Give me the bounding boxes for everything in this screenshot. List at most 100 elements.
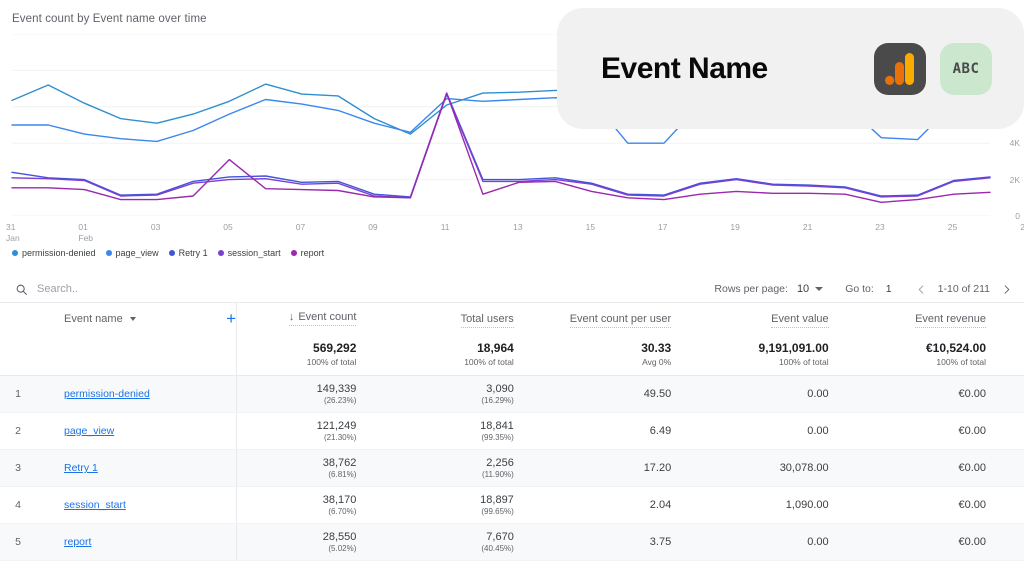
totals-value: 9,191,091.00 bbox=[709, 341, 828, 356]
metric-header-label: Event count bbox=[298, 311, 356, 323]
x-axis-tick: 23 bbox=[875, 222, 884, 233]
legend-item[interactable]: session_start bbox=[218, 248, 281, 258]
cell-value: 6.49 bbox=[552, 425, 671, 437]
x-axis-tick: 15 bbox=[586, 222, 595, 233]
previous-page-button[interactable] bbox=[914, 281, 930, 297]
cell-value: 38,762 bbox=[323, 457, 357, 469]
row-event-value-cell: 30,078.00 bbox=[709, 462, 866, 474]
cell-percent: (11.90%) bbox=[394, 469, 513, 480]
legend-color-dot bbox=[218, 250, 224, 256]
row-event-count-cell: 149,339 (26.23%) bbox=[236, 376, 394, 412]
metric-header-event-value[interactable]: Event value bbox=[709, 309, 866, 328]
google-analytics-icon bbox=[874, 43, 926, 95]
chart-title: Event count by Event name over time bbox=[12, 13, 207, 25]
ga-bars-glyph bbox=[885, 53, 915, 85]
table-row[interactable]: 4 session_start 38,170 (6.70%) 18,897 (9… bbox=[0, 487, 1024, 524]
analytics-report-page: Event count by Event name over time 10K8… bbox=[0, 0, 1024, 576]
metric-header-label: Event count per user bbox=[570, 313, 672, 328]
totals-cell: 9,191,091.00 100% of total bbox=[709, 341, 866, 368]
row-event-count-cell: 38,762 (6.81%) bbox=[236, 450, 394, 486]
row-event-count-per-user-cell: 3.75 bbox=[552, 536, 709, 548]
metric-header-event-count-per-user[interactable]: Event count per user bbox=[552, 309, 709, 328]
table-row[interactable]: 3 Retry 1 38,762 (6.81%) 2,256 (11.90%) … bbox=[0, 450, 1024, 487]
x-axis-tick: 07 bbox=[296, 222, 305, 233]
metric-header-total-users[interactable]: Total users bbox=[394, 309, 551, 328]
x-axis-tick: 31Jan bbox=[6, 222, 20, 243]
chevron-down-icon[interactable] bbox=[130, 317, 136, 321]
table-row[interactable]: 1 permission-denied 149,339 (26.23%) 3,0… bbox=[0, 376, 1024, 413]
cell-value: 0.00 bbox=[709, 536, 828, 548]
event-name-link[interactable]: permission-denied bbox=[64, 388, 150, 400]
search-input[interactable]: Search.. bbox=[37, 283, 78, 295]
chart-x-axis: 31Jan01Feb03050709111315171921232527 bbox=[0, 220, 1024, 246]
overlay-title: Event Name bbox=[601, 52, 860, 86]
goto-input[interactable]: 1 bbox=[886, 283, 892, 295]
abc-icon: ABC bbox=[940, 43, 992, 95]
cell-value: 17.20 bbox=[552, 462, 671, 474]
table-header-row: Event name + ↓Event count Total users Ev… bbox=[0, 303, 1024, 334]
cell-value: 49.50 bbox=[552, 388, 671, 400]
table-row[interactable]: 2 page_view 121,249 (21.30%) 18,841 (99.… bbox=[0, 413, 1024, 450]
cell-value: €0.00 bbox=[867, 425, 986, 437]
metric-header-event-count[interactable]: ↓Event count bbox=[236, 303, 394, 334]
x-axis-tick: 21 bbox=[803, 222, 812, 233]
row-event-name-cell: permission-denied bbox=[36, 388, 236, 400]
event-name-link[interactable]: Retry 1 bbox=[64, 462, 98, 474]
legend-item[interactable]: report bbox=[291, 248, 325, 258]
cell-percent: (16.29%) bbox=[394, 395, 513, 406]
pagination-controls: Rows per page: 10 Go to: 1 1-10 of 211 bbox=[714, 281, 1024, 297]
x-axis-tick: 17 bbox=[658, 222, 667, 233]
goto-label: Go to: bbox=[845, 283, 874, 295]
legend-item[interactable]: page_view bbox=[106, 248, 159, 258]
totals-value: €10,524.00 bbox=[867, 341, 986, 356]
legend-color-dot bbox=[291, 250, 297, 256]
chevron-down-icon[interactable] bbox=[815, 287, 823, 291]
row-total-users-cell: 3,090 (16.29%) bbox=[394, 383, 551, 406]
event-name-link[interactable]: session_start bbox=[64, 499, 126, 511]
row-event-value-cell: 1,090.00 bbox=[709, 499, 866, 511]
cell-value: 0.00 bbox=[709, 388, 828, 400]
cell-value: 3.75 bbox=[552, 536, 671, 548]
cell-percent: (40.45%) bbox=[394, 543, 513, 554]
legend-item[interactable]: Retry 1 bbox=[169, 248, 208, 258]
event-name-link[interactable]: page_view bbox=[64, 425, 114, 437]
search-and-pagination-row: Search.. Rows per page: 10 Go to: 1 1-10… bbox=[0, 276, 1024, 303]
row-event-count-cell: 121,249 (21.30%) bbox=[236, 413, 394, 449]
cell-percent: (6.81%) bbox=[328, 469, 356, 480]
x-axis-tick: 25 bbox=[948, 222, 957, 233]
x-axis-tick: 13 bbox=[513, 222, 522, 233]
next-page-button[interactable] bbox=[998, 281, 1014, 297]
row-index: 4 bbox=[0, 499, 36, 511]
dimension-header-cell: Event name + bbox=[36, 310, 236, 327]
page-range-label: 1-10 of 211 bbox=[938, 283, 990, 295]
legend-item[interactable]: permission-denied bbox=[12, 248, 96, 258]
add-dimension-button[interactable]: + bbox=[226, 310, 236, 327]
cell-value: 149,339 bbox=[317, 383, 357, 395]
search-box[interactable]: Search.. bbox=[0, 283, 714, 296]
event-name-overlay-card: Event Name ABC bbox=[557, 8, 1024, 129]
cell-value: 38,170 bbox=[323, 494, 357, 506]
cell-value: €0.00 bbox=[867, 536, 986, 548]
dimension-header-label[interactable]: Event name bbox=[64, 313, 123, 325]
row-event-name-cell: Retry 1 bbox=[36, 462, 236, 474]
row-event-revenue-cell: €0.00 bbox=[867, 462, 1024, 474]
cell-percent: (26.23%) bbox=[324, 395, 356, 406]
row-index: 2 bbox=[0, 425, 36, 437]
table-row[interactable]: 5 report 28,550 (5.02%) 7,670 (40.45%) 3… bbox=[0, 524, 1024, 561]
totals-sub: 100% of total bbox=[867, 356, 986, 368]
event-name-link[interactable]: report bbox=[64, 536, 91, 548]
cell-value: 7,670 bbox=[394, 531, 513, 543]
row-total-users-cell: 18,897 (99.65%) bbox=[394, 494, 551, 517]
rows-per-page-value[interactable]: 10 bbox=[797, 283, 809, 295]
events-table: Event name + ↓Event count Total users Ev… bbox=[0, 303, 1024, 561]
metric-header-event-revenue[interactable]: Event revenue bbox=[867, 309, 1024, 328]
totals-sub: 100% of total bbox=[394, 356, 513, 368]
totals-sub: Avg 0% bbox=[552, 356, 671, 368]
legend-color-dot bbox=[169, 250, 175, 256]
row-index: 1 bbox=[0, 388, 36, 400]
row-total-users-cell: 7,670 (40.45%) bbox=[394, 531, 551, 554]
row-event-count-per-user-cell: 17.20 bbox=[552, 462, 709, 474]
legend-label: report bbox=[301, 248, 325, 258]
totals-cell: €10,524.00 100% of total bbox=[867, 341, 1024, 368]
x-axis-tick: 03 bbox=[151, 222, 160, 233]
